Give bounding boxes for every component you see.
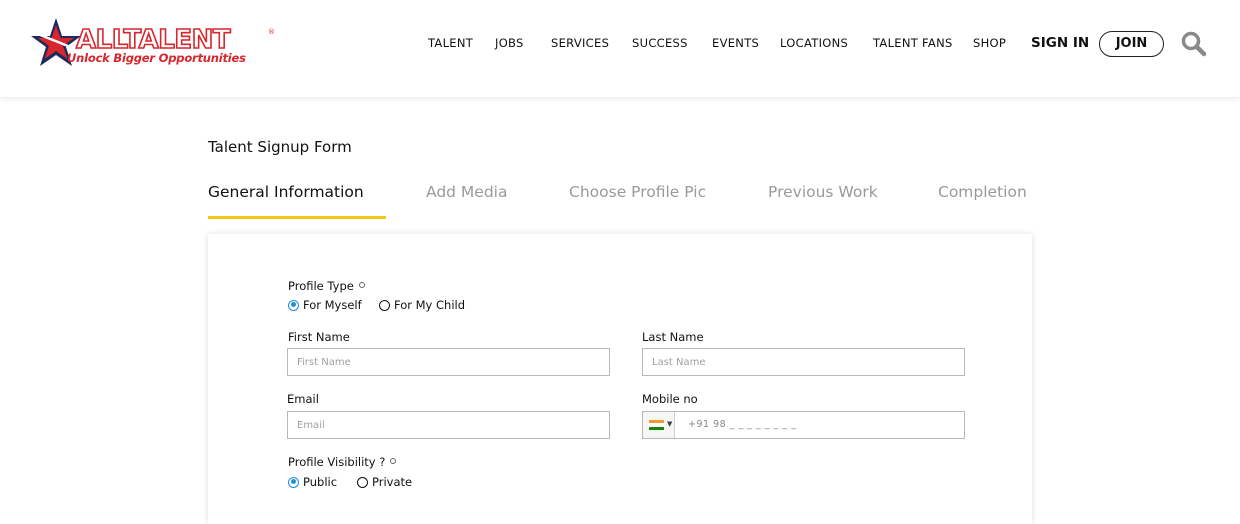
first-name-input[interactable] xyxy=(287,348,610,376)
nav-talent-fans[interactable]: TALENT FANS xyxy=(873,36,953,54)
nav-success[interactable]: SUCCESS xyxy=(632,36,688,54)
radio-checked-icon xyxy=(288,299,299,311)
last-name-label: Last Name xyxy=(642,330,704,344)
info-icon[interactable] xyxy=(358,282,365,288)
site-header: ALLTALENT ® Unlock Bigger Opportunities … xyxy=(0,0,1240,97)
mobile-input[interactable]: ▼ +91 98 _ _ _ _ _ _ _ _ xyxy=(642,411,965,439)
radio-unchecked-icon xyxy=(357,476,368,488)
country-selector[interactable]: ▼ xyxy=(643,412,675,438)
radio-unchecked-icon xyxy=(379,299,390,311)
chevron-down-icon: ▼ xyxy=(667,420,673,428)
tab-add-media[interactable]: Add Media xyxy=(426,183,508,201)
tab-previous-work[interactable]: Previous Work xyxy=(768,183,878,201)
tab-completion[interactable]: Completion xyxy=(938,183,1027,201)
india-flag-icon xyxy=(649,420,664,430)
info-icon[interactable] xyxy=(390,458,397,464)
form-title: Talent Signup Form xyxy=(208,138,352,156)
nav-talent[interactable]: TALENT xyxy=(428,36,473,54)
logo-wordmark: ALLTALENT xyxy=(75,25,231,55)
tab-choose-profile-pic[interactable]: Choose Profile Pic xyxy=(569,183,706,201)
profile-visibility-label: Profile Visibility ? xyxy=(288,455,397,469)
nav-services[interactable]: SERVICES xyxy=(551,36,609,54)
mobile-label: Mobile no xyxy=(642,392,698,406)
profile-type-label: Profile Type xyxy=(288,279,365,293)
radio-private[interactable]: Private xyxy=(357,475,412,489)
nav-events[interactable]: EVENTS xyxy=(712,36,759,54)
email-label: Email xyxy=(287,392,319,406)
join-button[interactable]: JOIN xyxy=(1099,31,1164,57)
radio-checked-icon xyxy=(288,476,299,488)
radio-public[interactable]: Public xyxy=(288,475,337,489)
logo-tagline: Unlock Bigger Opportunities xyxy=(67,51,246,65)
nav-jobs[interactable]: JOBS xyxy=(495,36,524,54)
alltalent-logo[interactable]: ALLTALENT ® Unlock Bigger Opportunities xyxy=(28,16,278,72)
registered-mark: ® xyxy=(268,28,275,36)
nav-shop[interactable]: SHOP xyxy=(973,36,1006,54)
nav-locations[interactable]: LOCATIONS xyxy=(780,36,848,54)
radio-for-my-child[interactable]: For My Child xyxy=(379,298,465,312)
search-icon[interactable] xyxy=(1180,30,1208,58)
active-tab-indicator xyxy=(208,216,386,219)
last-name-input[interactable] xyxy=(642,348,965,376)
mobile-placeholder: +91 98 _ _ _ _ _ _ _ _ xyxy=(688,419,797,430)
email-input[interactable] xyxy=(287,411,610,439)
radio-for-myself[interactable]: For Myself xyxy=(288,298,362,312)
first-name-label: First Name xyxy=(288,330,350,344)
sign-in-link[interactable]: SIGN IN xyxy=(1031,35,1089,51)
tab-general-information[interactable]: General Information xyxy=(208,183,364,201)
